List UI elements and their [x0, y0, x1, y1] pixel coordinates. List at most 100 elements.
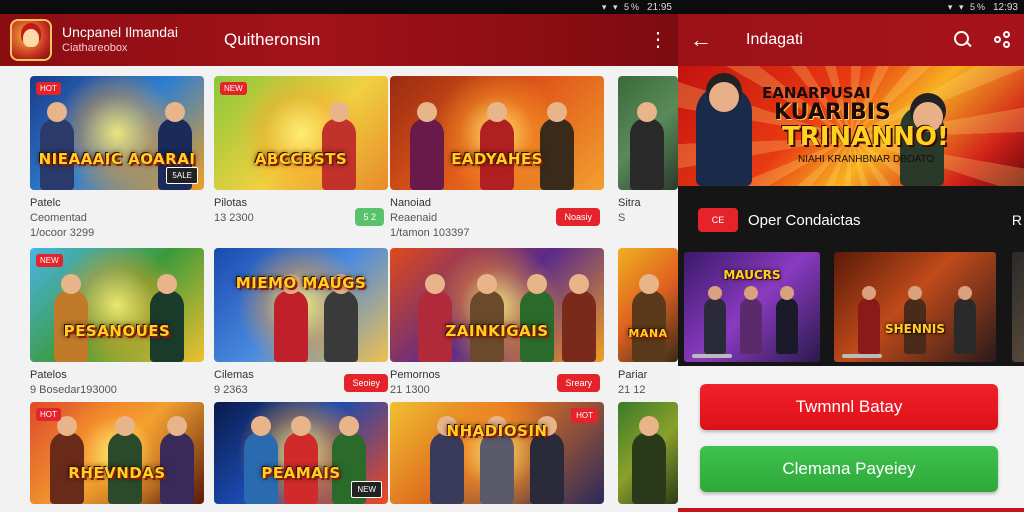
game-card[interactable]: PEAMAIS NEW	[214, 402, 388, 504]
game-thumbnail[interactable]: HOT RHEVNDAS	[30, 402, 204, 504]
banner-headline-3: TRINANNO!	[782, 122, 949, 152]
game-thumbnail[interactable]: NHADIOSIN HOT	[390, 402, 604, 504]
related-section: CE Oper Condaictas R MAUCRS SHENNIS	[678, 186, 1024, 366]
game-category: Ceomentad	[30, 211, 87, 224]
game-name: Patelc	[30, 197, 61, 209]
status-time: 21:95	[646, 1, 672, 13]
badge: HOT	[36, 82, 61, 95]
game-thumbnail[interactable]: MANA	[618, 248, 678, 362]
back-arrow-icon[interactable]: ←	[690, 27, 714, 53]
game-meta: Patelos 9 Bosedar193000	[30, 368, 204, 398]
game-title-art: RHEVNDAS	[68, 464, 166, 482]
detail-app-bar: ← Indagati	[678, 14, 1024, 66]
hero-figure	[696, 82, 752, 186]
game-card[interactable]: HOT RHEVNDAS	[30, 402, 204, 504]
game-thumbnail[interactable]: NEW PESANOUES	[30, 248, 204, 362]
share-icon[interactable]	[994, 31, 1012, 49]
game-title-art: PEAMAIS	[261, 464, 341, 482]
game-thumbnail[interactable]	[618, 76, 678, 190]
game-detail-pane: ▾ ▾ 5% 12:93 ← Indagati EANARPUSAI KUARI…	[678, 0, 1024, 512]
game-thumbnail[interactable]: EADYAHES	[390, 76, 604, 190]
status-icons: ▾ ▾ 5%	[601, 1, 641, 12]
featured-banner[interactable]: EANARPUSAI KUARIBIS TRINANNO! NIAHI KRAN…	[678, 66, 1024, 186]
section-header: CE Oper Condaictas R	[698, 208, 1024, 232]
game-stats: 1/ocoor 3299	[30, 226, 95, 239]
game-thumbnail[interactable]: HOT NIEAAAIC AOARAI 5ALE	[30, 76, 204, 190]
game-thumbnail[interactable]: NEW ABCCBSTS	[214, 76, 388, 190]
game-card[interactable]: NHADIOSIN HOT	[390, 402, 604, 504]
corner-tag: HOT	[571, 408, 598, 423]
game-thumbnail[interactable]	[618, 402, 678, 504]
hero-figure	[480, 416, 514, 504]
kebab-menu-icon[interactable]: ⋮	[648, 30, 668, 50]
hero-figure	[430, 416, 464, 504]
game-card[interactable]: Sitra S	[618, 76, 678, 226]
game-meta: Sitra S	[618, 196, 678, 226]
game-title-art: ZAINKIGAIS	[445, 322, 549, 340]
game-list-pane: ▾ ▾ 5% 21:95 Uncpanel Ilmandai Ciathareo…	[0, 0, 678, 512]
banner-subtitle: NIAHI KRANHBNAR DBOATO	[798, 154, 935, 165]
related-game-tile[interactable]: SHENNIS	[834, 252, 996, 362]
price-pill[interactable]: Sreary	[557, 374, 600, 392]
game-stats: 21 12	[618, 383, 646, 396]
game-card[interactable]: EADYAHES Nanoiad Reaenaid 1/tamon 103397…	[390, 76, 604, 241]
section-more-link[interactable]: R	[1012, 212, 1022, 228]
appbar-actions	[954, 31, 1012, 49]
hero-figure	[632, 274, 666, 362]
detail-title: Indagati	[746, 31, 803, 48]
game-stats: S	[618, 211, 626, 224]
game-thumbnail[interactable]: ZAINKIGAIS	[390, 248, 604, 362]
price-pill[interactable]: Seoiey	[344, 374, 388, 392]
status-bar: ▾ ▾ 5% 21:95	[0, 0, 678, 14]
game-thumbnail[interactable]: PEAMAIS NEW	[214, 402, 388, 504]
hero-figure	[530, 416, 564, 504]
tile-title-art: MAUCRS	[723, 268, 781, 282]
game-title-art: EADYAHES	[451, 150, 543, 168]
corner-tag: NEW	[351, 481, 382, 498]
game-thumbnail[interactable]: MIEMO MAUGS	[214, 248, 388, 362]
section-title: Quitheronsin	[223, 30, 321, 49]
game-title-art: MIEMO MAUGS	[235, 274, 367, 292]
game-meta: Pilotas 13 2300 5 2	[214, 196, 388, 226]
game-card[interactable]: MIEMO MAUGS Cilemas 9 2363 Seoiey	[214, 248, 388, 398]
status-time: 12:93	[992, 1, 1018, 13]
game-card[interactable]: MANA Pariar 21 12	[618, 248, 678, 398]
app-bar: Uncpanel Ilmandai Ciathareobox Quitheron…	[0, 14, 678, 66]
brand-name: Uncpanel Ilmandai	[62, 24, 178, 41]
game-card[interactable]: HOT NIEAAAIC AOARAI 5ALE Patelc Ceomenta…	[30, 76, 204, 241]
corner-tag: 5ALE	[166, 167, 198, 184]
section-tag: CE	[698, 208, 738, 232]
game-card[interactable]: ZAINKIGAIS Pemornos 21 1300 Sreary	[390, 248, 604, 398]
app-logo[interactable]	[10, 19, 52, 61]
hero-figure	[630, 102, 664, 190]
section-heading: Oper Condaictas	[748, 211, 861, 229]
game-card[interactable]: NEW ABCCBSTS Pilotas 13 2300 5 2	[214, 76, 388, 226]
game-name: Sitra	[618, 197, 641, 209]
game-card[interactable]	[618, 402, 678, 504]
hero-figure	[632, 416, 666, 504]
price-pill[interactable]: Noasiy	[556, 208, 600, 226]
game-name: Patelos	[30, 369, 67, 381]
tile-title-art: SHENNIS	[884, 322, 946, 336]
hero-figure	[274, 274, 308, 362]
related-game-tile[interactable]: MAUCRS	[684, 252, 820, 362]
game-title-art: NHADIOSIN	[446, 422, 548, 440]
game-card[interactable]: NEW PESANOUES Patelos 9 Bosedar193000	[30, 248, 204, 398]
search-icon[interactable]	[954, 31, 972, 49]
primary-action-button[interactable]: Twmnnl Batay	[700, 384, 998, 430]
secondary-action-button[interactable]: Clemana Payeiey	[700, 446, 998, 492]
game-grid: HOT NIEAAAIC AOARAI 5ALE Patelc Ceomenta…	[0, 66, 678, 512]
brand-block: Uncpanel Ilmandai Ciathareobox	[62, 24, 178, 55]
bottom-accent-bar	[678, 508, 1024, 512]
game-title-art: PESANOUES	[63, 322, 171, 340]
price-pill[interactable]: 5 2	[355, 208, 384, 226]
badge: NEW	[36, 254, 63, 267]
game-title-art: NIEAAAIC AOARAI	[38, 150, 196, 168]
game-name: Pariar	[618, 369, 648, 381]
action-area: Twmnnl Batay Clemana Payeiey	[678, 366, 1024, 512]
game-stats: 9 Bosedar193000	[30, 383, 117, 396]
related-game-tile[interactable]	[1012, 252, 1024, 362]
badge: HOT	[36, 408, 61, 421]
game-meta: Patelc Ceomentad 1/ocoor 3299	[30, 196, 204, 241]
badge: NEW	[220, 82, 247, 95]
